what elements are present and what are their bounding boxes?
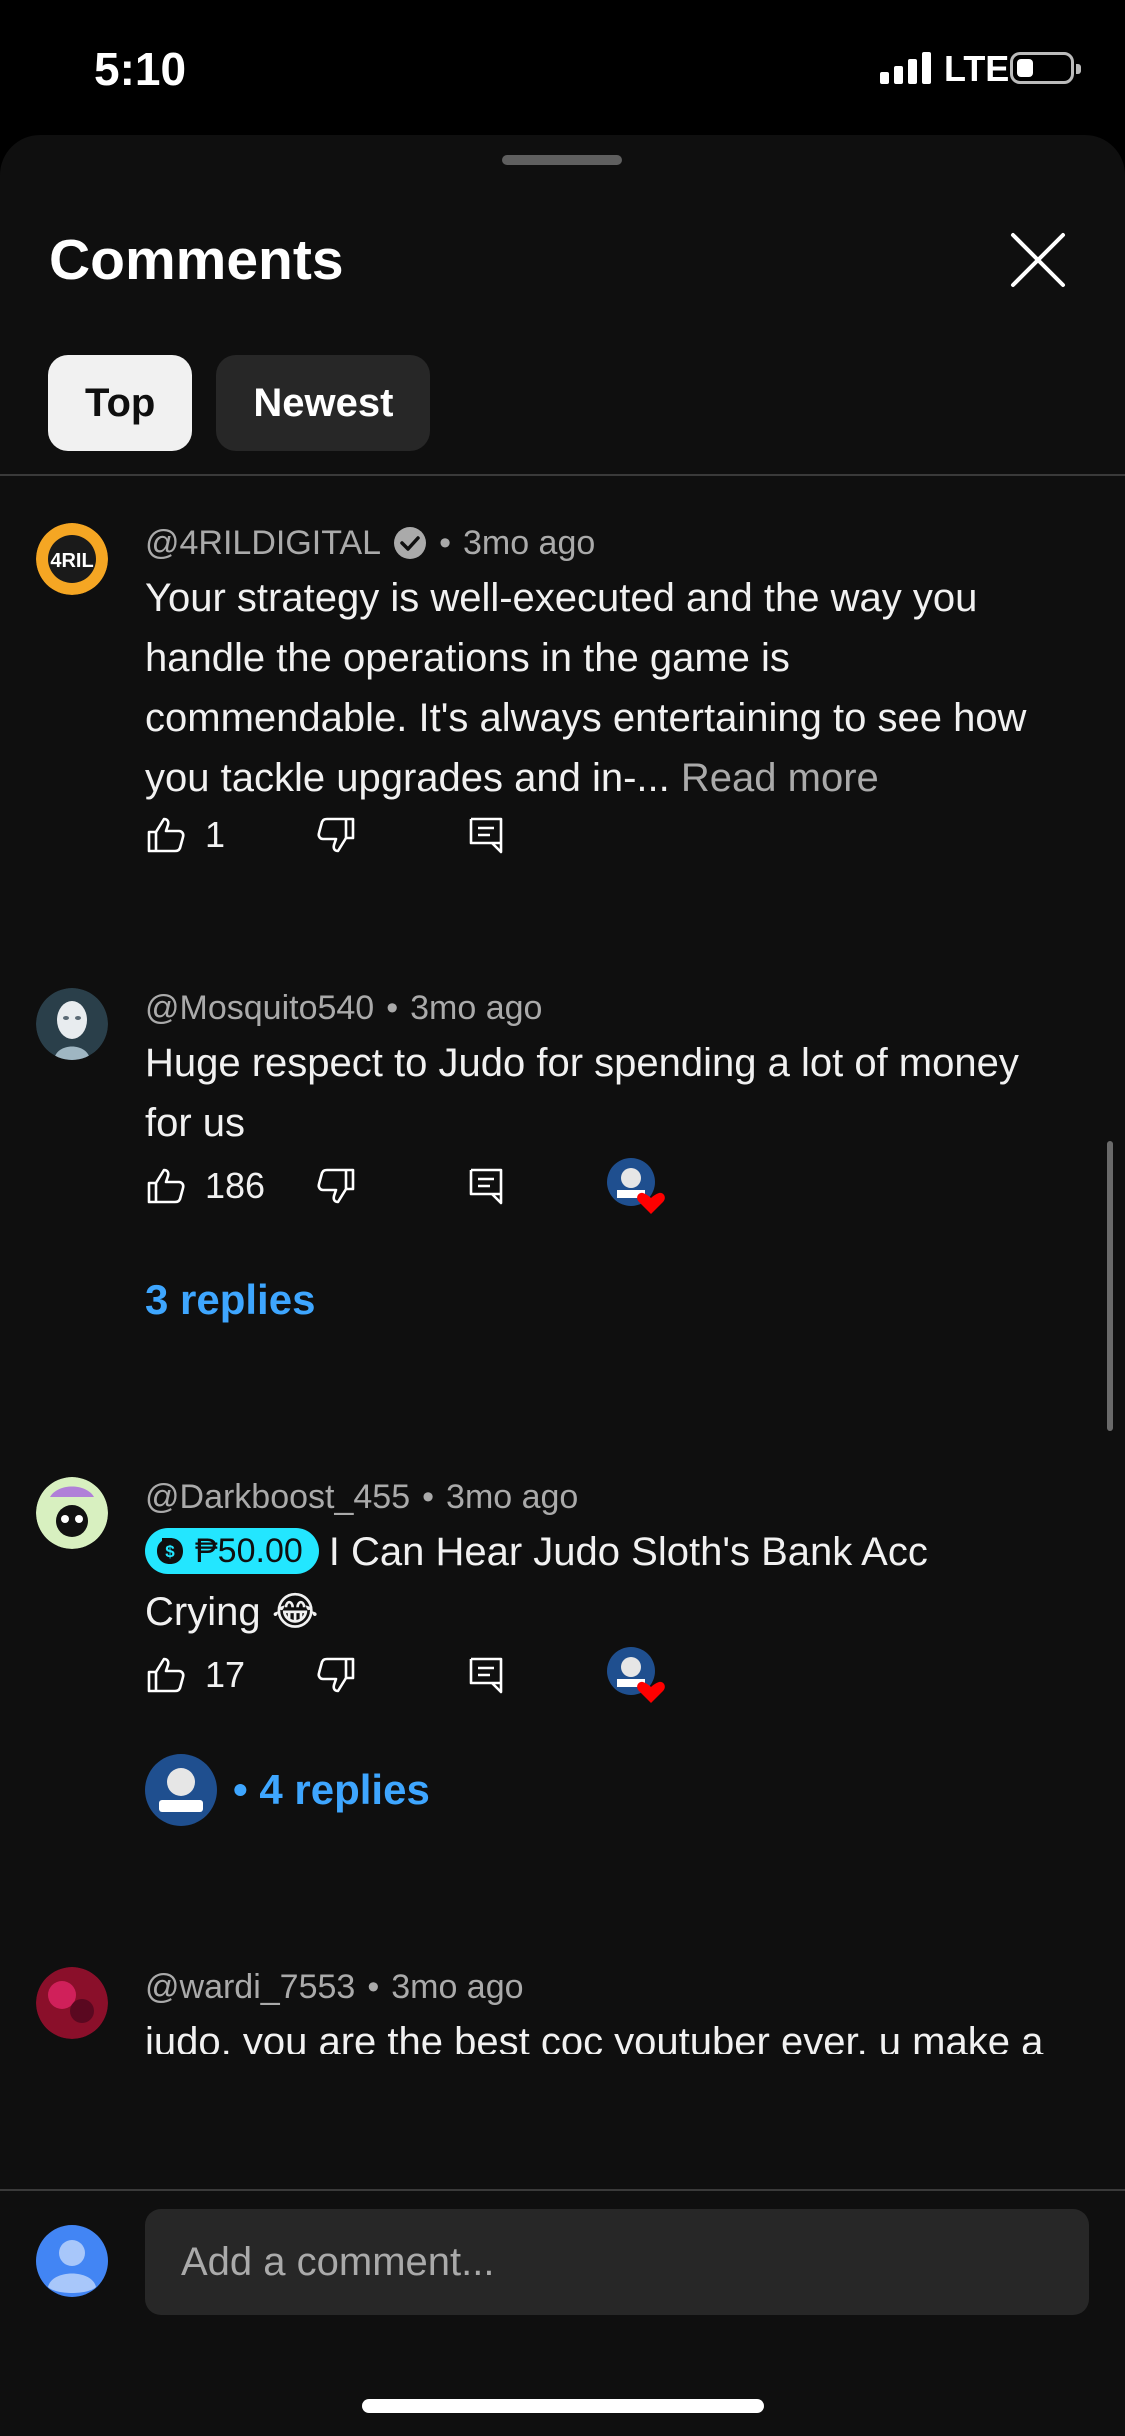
- network-type: LTE: [944, 48, 1010, 89]
- comment-meta: @Darkboost_455 • 3mo ago: [145, 1477, 578, 1517]
- comment-meta: @wardi_7553 • 3mo ago: [145, 1967, 524, 2007]
- comment-age: 3mo ago: [462, 523, 596, 562]
- avatar[interactable]: [36, 1967, 108, 2039]
- super-thanks-amount: ₱50.00: [195, 1532, 303, 1571]
- comment-body: Huge respect to Judo for spending a lot …: [145, 1041, 1019, 1145]
- scrollbar[interactable]: [1107, 1141, 1113, 1431]
- comment-text: Huge respect to Judo for spending a lot …: [145, 1033, 1045, 1153]
- comment-actions: 1: [145, 805, 1045, 865]
- super-thanks-badge: $ ₱50.00: [145, 1528, 319, 1575]
- comments-sheet: Comments Top Newest 4RIL @4RILDIGITAL • …: [0, 135, 1125, 2436]
- sort-chips: Top Newest: [48, 355, 431, 451]
- meta-separator: •: [386, 988, 399, 1027]
- like-count: 1: [205, 814, 226, 855]
- dislike-button[interactable]: [315, 1645, 357, 1705]
- comment-author[interactable]: @Darkboost_455: [145, 1478, 410, 1517]
- comment-body: judo, you are the best coc youtuber ever…: [145, 2020, 1044, 2054]
- meta-separator: •: [422, 1477, 435, 1516]
- status-time: 5:10: [94, 43, 187, 95]
- comment-meta: @Mosquito540 • 3mo ago: [145, 988, 542, 1028]
- view-replies-button[interactable]: • 4 replies: [145, 1754, 430, 1826]
- comment-author[interactable]: @wardi_7553: [145, 1968, 355, 2007]
- comment-text: Your strategy is well-executed and the w…: [145, 568, 1045, 808]
- sheet-title: Comments: [49, 228, 344, 292]
- battery-icon: [1010, 52, 1081, 84]
- avatar-logo-text: 4RIL: [50, 550, 93, 572]
- reply-button[interactable]: [465, 1156, 507, 1216]
- composer-divider: [0, 2189, 1125, 2191]
- status-bar: 5:10 LTE: [0, 0, 1125, 135]
- tab-top[interactable]: Top: [48, 355, 193, 451]
- like-count: 186: [205, 1165, 266, 1206]
- reply-button[interactable]: [465, 1645, 507, 1705]
- comment-body: Your strategy is well-executed and the w…: [145, 576, 1027, 800]
- drag-handle[interactable]: [502, 155, 622, 165]
- comment-actions: 17: [145, 1645, 1045, 1705]
- home-indicator[interactable]: [362, 2399, 764, 2413]
- reply-icon: [469, 1168, 503, 1205]
- view-replies-button[interactable]: 3 replies: [145, 1264, 315, 1336]
- creator-heart-icon: [607, 1647, 665, 1703]
- thumbs-down-icon: [317, 817, 355, 853]
- comment-list[interactable]: 4RIL @4RILDIGITAL • 3mo ago Your strateg…: [0, 476, 1125, 2054]
- close-icon[interactable]: [1003, 225, 1073, 295]
- reply-icon: [469, 1657, 503, 1694]
- cellular-signal-icon: [880, 52, 931, 84]
- comment-author[interactable]: @4RILDIGITAL: [145, 524, 381, 563]
- add-comment-input[interactable]: [145, 2209, 1089, 2315]
- avatar[interactable]: [36, 1477, 108, 1549]
- read-more-link[interactable]: Read more: [681, 756, 879, 800]
- thumbs-down-icon: [317, 1168, 355, 1204]
- dislike-button[interactable]: [315, 1156, 357, 1216]
- replies-count: • 4 replies: [233, 1766, 430, 1813]
- comment-actions: 186: [145, 1156, 1045, 1216]
- comment-author[interactable]: @Mosquito540: [145, 989, 374, 1028]
- avatar[interactable]: [36, 988, 108, 1060]
- creator-avatar-icon: [145, 1754, 217, 1826]
- svg-text:$: $: [165, 1542, 175, 1561]
- meta-separator: •: [367, 1967, 380, 2006]
- like-count: 17: [205, 1654, 246, 1695]
- thumbs-down-icon: [317, 1657, 355, 1693]
- tab-newest[interactable]: Newest: [216, 355, 431, 451]
- reply-icon: [469, 817, 503, 854]
- comment-meta: @4RILDIGITAL • 3mo ago: [145, 523, 595, 563]
- verified-check-icon: [394, 527, 427, 559]
- user-avatar-icon: [36, 2225, 108, 2297]
- meta-separator: •: [439, 523, 451, 562]
- comment-text: $ ₱50.00 I Can Hear Judo Sloth's Bank Ac…: [145, 1522, 1045, 1642]
- thumbs-up-icon: [147, 817, 185, 853]
- reply-button[interactable]: [465, 805, 507, 865]
- dislike-button[interactable]: [315, 805, 357, 865]
- replies-count: 3 replies: [145, 1276, 316, 1323]
- comment-age: 3mo ago: [446, 1477, 579, 1516]
- like-button[interactable]: 186: [145, 1156, 265, 1216]
- like-button[interactable]: 1: [145, 805, 225, 865]
- comment-age: 3mo ago: [410, 988, 543, 1027]
- comment-text: judo, you are the best coc youtuber ever…: [145, 2012, 1045, 2054]
- thumbs-up-icon: [147, 1657, 185, 1693]
- thumbs-up-icon: [147, 1168, 185, 1204]
- like-button[interactable]: 17: [145, 1645, 245, 1705]
- comment-age: 3mo ago: [391, 1967, 524, 2006]
- super-thanks-icon: $: [157, 1538, 183, 1565]
- creator-heart-icon: [607, 1158, 665, 1214]
- avatar[interactable]: 4RIL: [36, 523, 108, 595]
